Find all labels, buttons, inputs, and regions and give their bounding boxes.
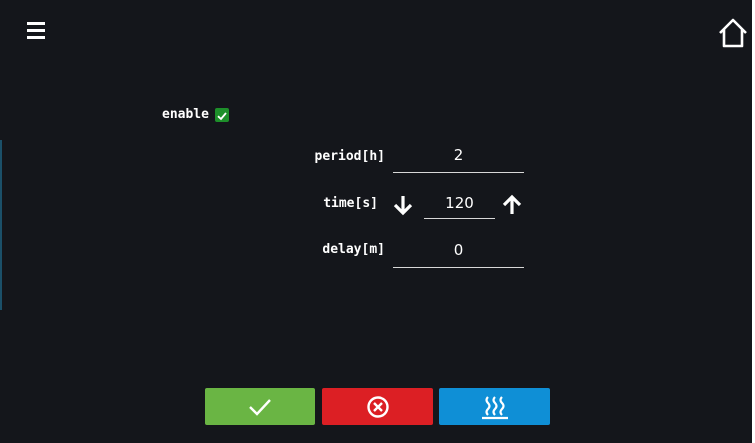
checkmark-icon (217, 112, 227, 121)
heat-button[interactable] (439, 388, 550, 425)
time-input[interactable]: 120 (424, 193, 495, 219)
enable-label: enable (162, 107, 209, 122)
enable-checkbox[interactable] (215, 108, 229, 122)
confirm-button[interactable] (205, 388, 315, 425)
period-input[interactable]: 2 (393, 145, 524, 173)
arrow-up-icon (502, 194, 522, 214)
period-label: period[h] (314, 149, 385, 164)
device-screen: enable period[h] 2 time[s] 120 delay[m] … (0, 0, 755, 443)
menu-button[interactable] (24, 18, 50, 44)
delay-input[interactable]: 0 (393, 240, 524, 268)
checkmark-icon (249, 398, 271, 416)
edge-accent (0, 140, 2, 310)
home-icon (719, 18, 747, 48)
heating-icon (481, 395, 508, 419)
time-decrease-button[interactable] (392, 193, 414, 217)
arrow-down-icon (393, 196, 413, 216)
time-label: time[s] (323, 196, 378, 211)
circle-x-icon (366, 395, 389, 418)
cancel-button[interactable] (322, 388, 433, 425)
time-increase-button[interactable] (501, 193, 523, 217)
delay-label: delay[m] (322, 242, 385, 257)
home-button[interactable] (716, 16, 750, 50)
